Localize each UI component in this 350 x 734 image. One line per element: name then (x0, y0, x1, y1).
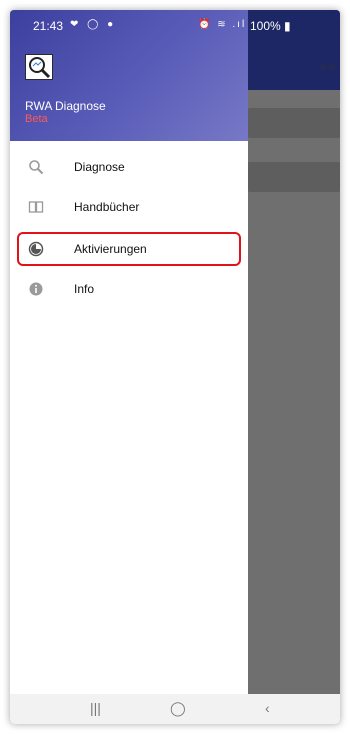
navigation-drawer: RWA Diagnose Beta Diagnose Handbücher Ak… (10, 10, 248, 694)
menu-item-diagnose[interactable]: Diagnose (10, 148, 248, 186)
status-time: 21:43 (33, 19, 64, 33)
home-button[interactable]: ◯ (170, 700, 186, 717)
battery-icon: ▮ (284, 19, 291, 33)
menu-item-label: Info (74, 282, 95, 296)
overflow-icon: ◆◆ (319, 61, 336, 73)
menu-item-handbuecher[interactable]: Handbücher (10, 188, 248, 226)
app-name: RWA Diagnose (25, 99, 106, 113)
activation-icon (28, 241, 44, 257)
signal-icons: ⏰ ≋ .ıl (198, 19, 247, 30)
book-icon (28, 199, 44, 215)
back-button[interactable]: ‹ (265, 700, 270, 716)
battery-level: 100% (250, 19, 281, 33)
background-field (248, 162, 340, 192)
recents-button[interactable]: ||| (90, 700, 101, 716)
menu-item-label: Aktivierungen (74, 242, 147, 256)
info-icon (28, 281, 44, 297)
menu-item-label: Handbücher (74, 200, 140, 214)
system-nav-bar: ||| ◯ ‹ (10, 694, 340, 724)
status-bar: 21:43 ❤ ◯ ● ⏰ ≋ .ıl 100% ▮ (10, 10, 340, 40)
app-logo-icon (25, 54, 53, 80)
battery-indicator: 100% ▮ (250, 19, 291, 33)
notification-icons: ❤ ◯ ● (70, 19, 117, 30)
menu-item-label: Diagnose (74, 160, 125, 174)
menu-item-info[interactable]: Info (10, 270, 248, 308)
beta-badge: Beta (25, 113, 48, 125)
menu-item-aktivierungen[interactable]: Aktivierungen (10, 230, 248, 268)
background-field (248, 108, 340, 138)
search-icon (28, 159, 44, 175)
phone-screen: ◆◆ 21:43 ❤ ◯ ● ⏰ ≋ .ıl 100% ▮ RWA Diagno… (10, 10, 340, 724)
